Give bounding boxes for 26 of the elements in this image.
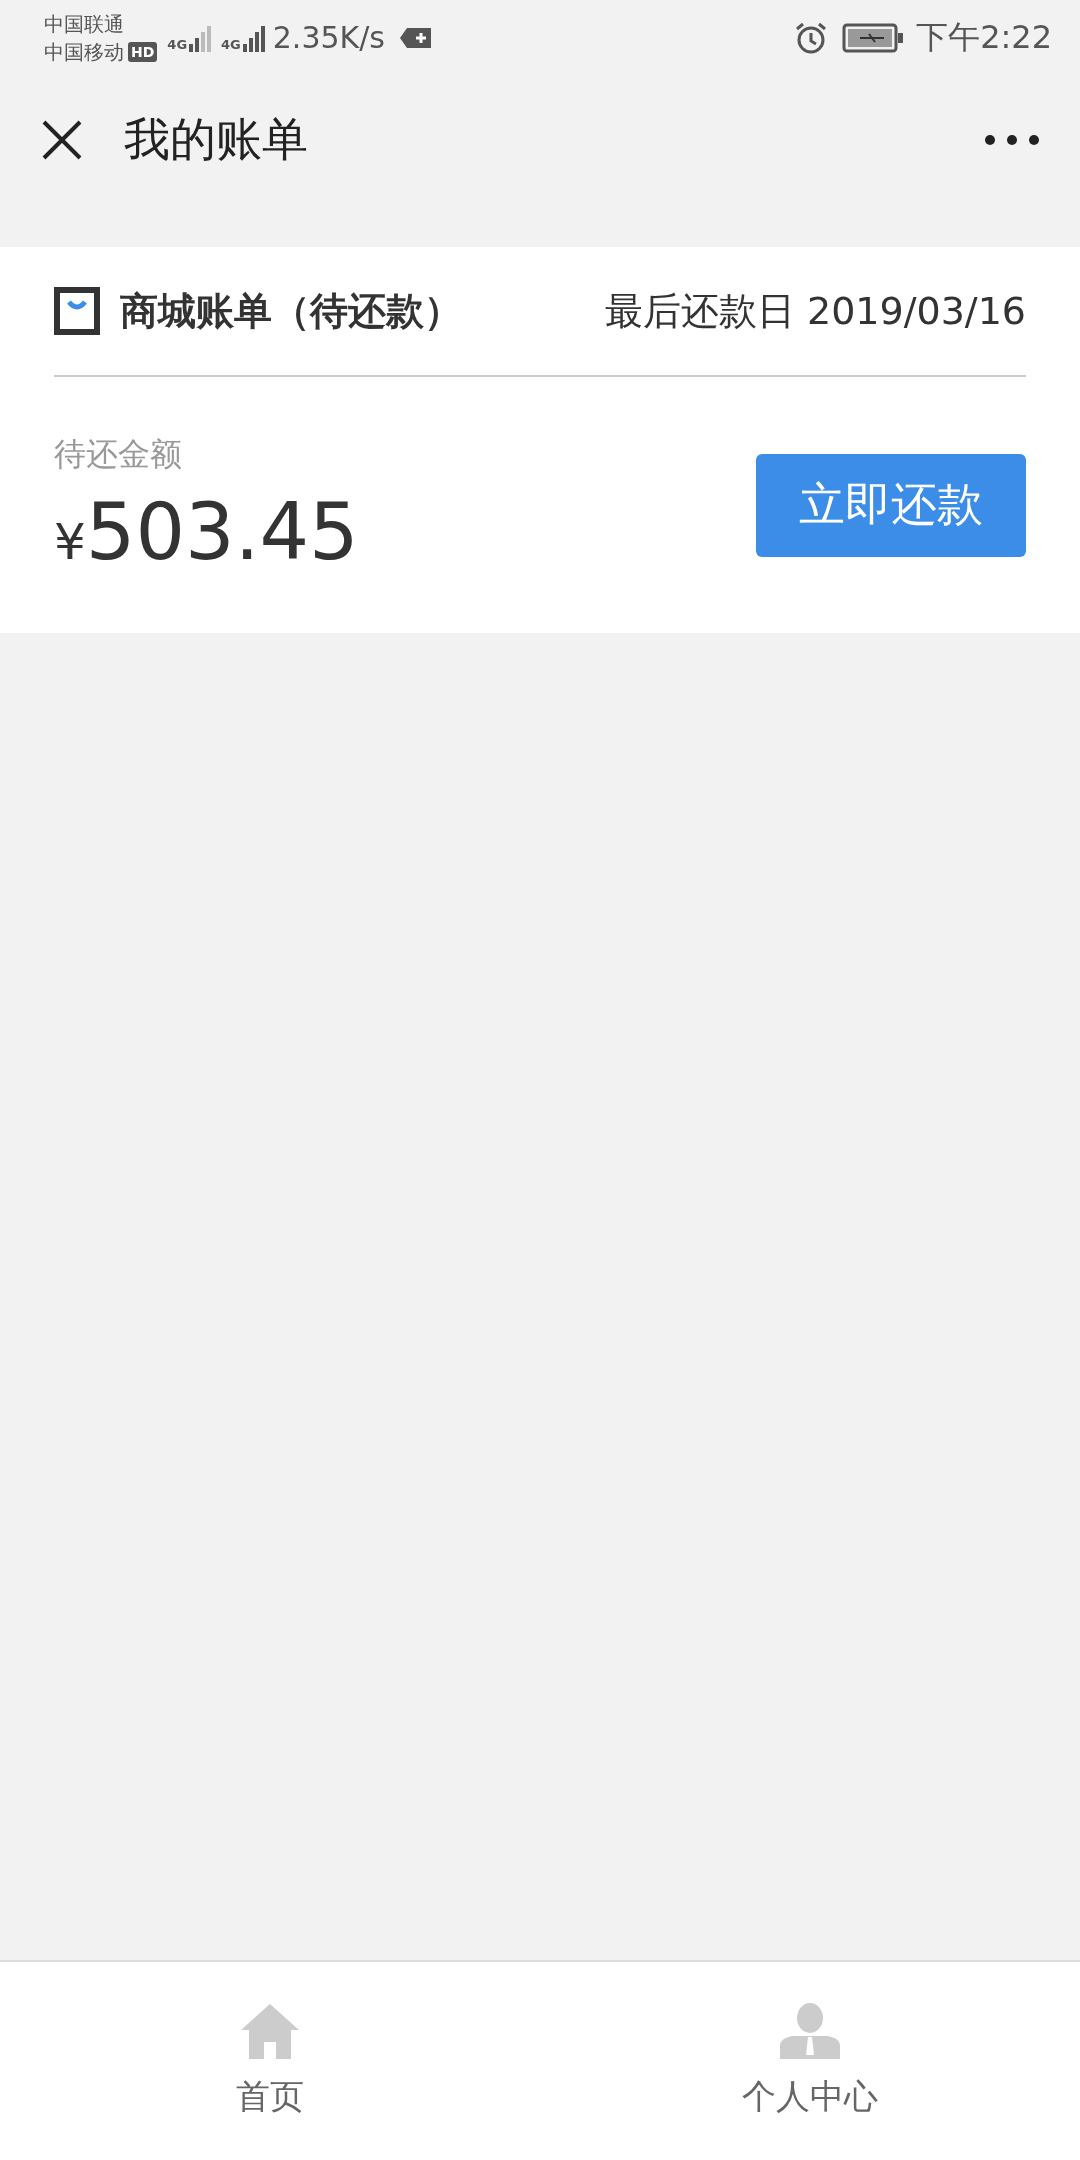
tab-item[interactable]: 首页 bbox=[0, 1962, 540, 2160]
clock-time: 下午2:22 bbox=[916, 16, 1052, 58]
hd-badge: HD bbox=[128, 41, 158, 62]
network-speed: 2.35K/s bbox=[272, 20, 385, 55]
close-button[interactable] bbox=[40, 118, 84, 162]
currency-symbol: ¥ bbox=[54, 513, 86, 571]
battery-icon bbox=[842, 22, 905, 53]
alarm-icon bbox=[794, 20, 829, 55]
signal-icon bbox=[242, 23, 265, 52]
signal-icon bbox=[189, 23, 212, 52]
carrier-name: 中国移动 bbox=[44, 38, 124, 66]
carrier-name: 中国联通 bbox=[44, 10, 125, 38]
page-title: 我的账单 bbox=[124, 111, 309, 168]
network-type: 4G bbox=[167, 37, 188, 52]
person-icon bbox=[779, 2002, 841, 2060]
amount-value: 503.45 bbox=[85, 487, 359, 577]
more-button[interactable] bbox=[984, 134, 1040, 146]
bag-icon bbox=[54, 287, 100, 335]
tag-icon bbox=[399, 26, 433, 49]
network-type: 4G bbox=[221, 37, 241, 52]
due-date: 最后还款日 2019/03/16 bbox=[604, 287, 1026, 335]
home-icon bbox=[239, 2002, 301, 2060]
bill-title: 商城账单（待还款） bbox=[120, 287, 463, 335]
tab-item[interactable]: 个人中心 bbox=[540, 1962, 1080, 2160]
pay-now-button[interactable]: 立即还款 bbox=[756, 453, 1026, 557]
amount-label: 待还金额 bbox=[54, 434, 183, 475]
